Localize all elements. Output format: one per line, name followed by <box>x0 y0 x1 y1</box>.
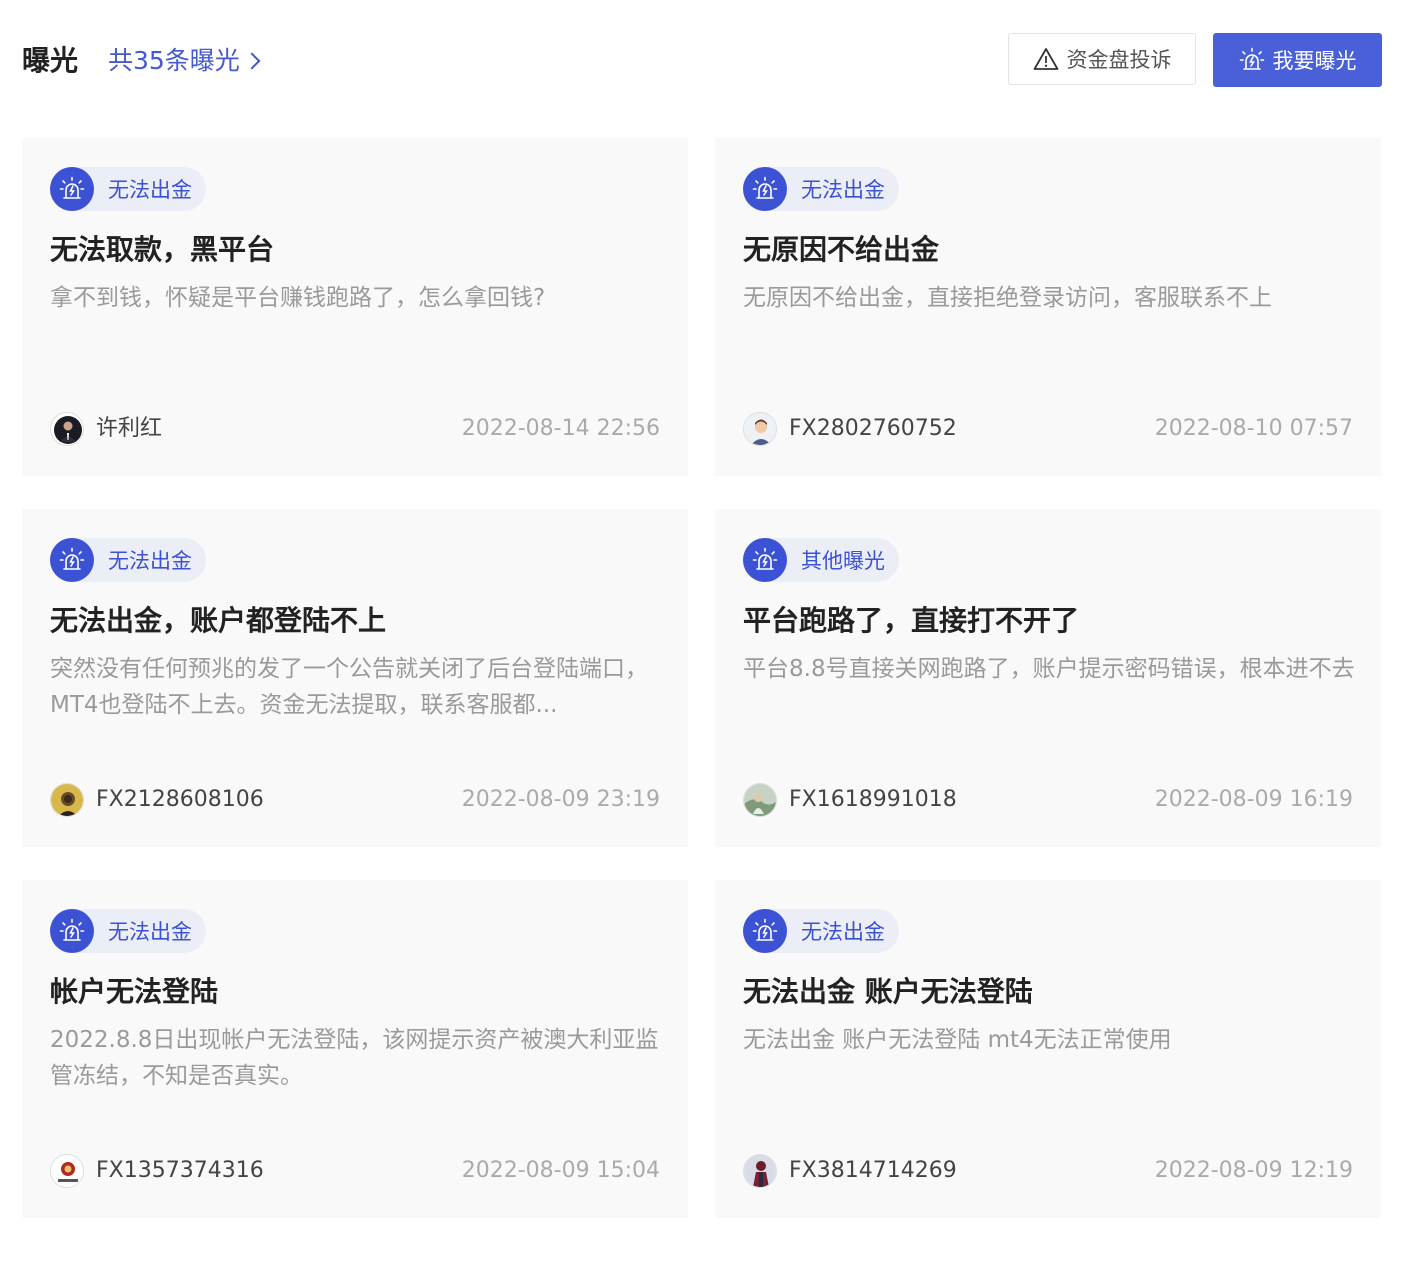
card-description: 拿不到钱，怀疑是平台赚钱跑路了，怎么拿回钱? <box>50 285 546 311</box>
expose-button[interactable]: 我要曝光 <box>1213 33 1382 87</box>
card-title: 平台跑路了，直接打不开了 <box>743 604 1080 637</box>
category-tag: 无法出金 <box>50 909 206 953</box>
exposure-count-link[interactable]: 共35条曝光 <box>108 41 261 81</box>
alarm-icon <box>50 167 94 211</box>
alarm-icon <box>50 538 94 582</box>
exposure-card[interactable]: 其他曝光 平台跑路了，直接打不开了 平台8.8号直接关网跑路了，账户提示密码错误… <box>715 509 1381 847</box>
category-tag: 无法出金 <box>50 538 206 582</box>
category-label: 无法出金 <box>108 549 192 573</box>
card-title: 无法取款，黑平台 <box>50 233 275 266</box>
card-title: 帐户无法登陆 <box>50 975 219 1008</box>
exposure-card[interactable]: 无法出金 无法出金 账户无法登陆 无法出金 账户无法登陆 mt4无法正常使用 F… <box>715 880 1381 1218</box>
category-label: 无法出金 <box>801 920 885 944</box>
author-name: 许利红 <box>96 416 163 441</box>
expose-button-label: 我要曝光 <box>1272 49 1357 73</box>
avatar <box>743 412 777 446</box>
alarm-icon <box>50 909 94 953</box>
author-name: FX1618991018 <box>789 787 957 812</box>
exposure-card[interactable]: 无法出金 帐户无法登陆 2022.8.8日出现帐户无法登陆，该网提示资产被澳大利… <box>22 880 688 1218</box>
exposure-card[interactable]: 无法出金 无原因不给出金 无原因不给出金，直接拒绝登录访问，客服联系不上 FX2… <box>715 138 1381 476</box>
exposure-card[interactable]: 无法出金 无法取款，黑平台 拿不到钱，怀疑是平台赚钱跑路了，怎么拿回钱? 许利红… <box>22 138 688 476</box>
post-date: 2022-08-09 16:19 <box>1154 787 1353 812</box>
category-tag: 无法出金 <box>743 167 899 211</box>
card-description: 平台8.8号直接关网跑路了，账户提示密码错误，根本进不去 <box>743 656 1355 682</box>
card-title: 无法出金 账户无法登陆 <box>743 975 1033 1008</box>
category-tag: 其他曝光 <box>743 538 899 582</box>
author-name: FX2802760752 <box>789 416 957 441</box>
exposure-count-label: 共35条曝光 <box>108 46 240 75</box>
category-label: 无法出金 <box>108 920 192 944</box>
avatar <box>743 783 777 817</box>
page-title: 曝光 <box>22 44 79 77</box>
post-date: 2022-08-10 07:57 <box>1154 416 1353 441</box>
card-description: 突然没有任何预兆的发了一个公告就关闭了后台登陆端口，MT4也登陆不上去。资金无法… <box>50 656 648 718</box>
chevron-right-icon <box>243 52 261 70</box>
post-date: 2022-08-14 22:56 <box>461 416 660 441</box>
alarm-icon <box>743 538 787 582</box>
category-label: 其他曝光 <box>801 549 885 573</box>
card-description: 无原因不给出金，直接拒绝登录访问，客服联系不上 <box>743 285 1272 311</box>
warning-icon <box>1033 48 1058 70</box>
post-date: 2022-08-09 23:19 <box>461 787 660 812</box>
alarm-icon <box>743 909 787 953</box>
card-description: 无法出金 账户无法登陆 mt4无法正常使用 <box>743 1027 1172 1053</box>
exposure-card[interactable]: 无法出金 无法出金，账户都登陆不上 突然没有任何预兆的发了一个公告就关闭了后台登… <box>22 509 688 847</box>
avatar <box>50 783 84 817</box>
author-name: FX1357374316 <box>96 1158 264 1183</box>
card-title: 无法出金，账户都登陆不上 <box>50 604 387 637</box>
avatar <box>50 412 84 446</box>
category-label: 无法出金 <box>108 178 192 202</box>
post-date: 2022-08-09 15:04 <box>461 1158 660 1183</box>
header: 曝光 共35条曝光 资金盘投诉 我要曝光 <box>22 33 1382 87</box>
complaint-button-label: 资金盘投诉 <box>1066 48 1172 72</box>
author-name: FX2128608106 <box>96 787 264 812</box>
card-description: 2022.8.8日出现帐户无法登陆，该网提示资产被澳大利亚监管冻结，不知是否真实… <box>50 1027 659 1089</box>
card-title: 无原因不给出金 <box>743 233 940 266</box>
category-tag: 无法出金 <box>50 167 206 211</box>
category-label: 无法出金 <box>801 178 885 202</box>
post-date: 2022-08-09 12:19 <box>1154 1158 1353 1183</box>
category-tag: 无法出金 <box>743 909 899 953</box>
avatar <box>50 1154 84 1188</box>
author-name: FX3814714269 <box>789 1158 957 1183</box>
avatar <box>743 1154 777 1188</box>
complaint-button[interactable]: 资金盘投诉 <box>1008 33 1196 85</box>
alarm-icon <box>743 167 787 211</box>
alarm-icon <box>1239 47 1264 70</box>
